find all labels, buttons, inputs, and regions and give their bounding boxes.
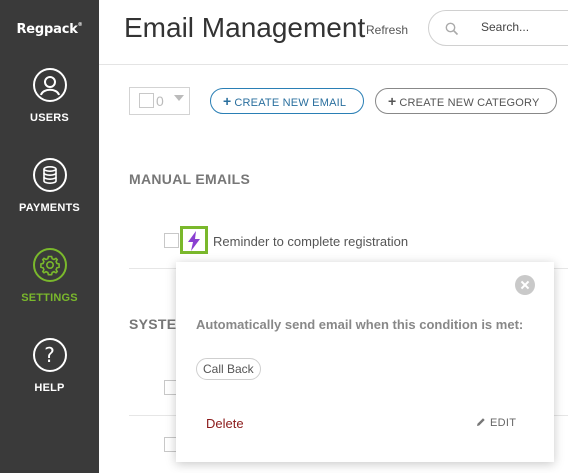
regpack-logo[interactable]: Regpack®: [0, 22, 99, 37]
coins-icon: [32, 158, 67, 192]
question-icon: ?: [32, 338, 67, 372]
condition-chip: Call Back: [196, 358, 261, 380]
refresh-link[interactable]: Refresh: [366, 23, 408, 37]
sidebar-item-label: PAYMENTS: [19, 202, 80, 214]
sidebar-item-help[interactable]: ? HELP: [0, 338, 99, 394]
row-checkbox[interactable]: [164, 233, 179, 248]
edit-label: EDIT: [490, 417, 517, 429]
create-new-category-button[interactable]: + CREATE NEW CATEGORY: [375, 88, 557, 114]
header-divider: [99, 64, 568, 65]
create-new-email-label: CREATE NEW EMAIL: [234, 97, 347, 109]
sidebar: Regpack® USERS PAYMENTS SETTINGS ? HELP: [0, 0, 99, 473]
delete-link[interactable]: Delete: [206, 416, 244, 431]
popover-heading: Automatically send email when this condi…: [196, 317, 524, 332]
email-name[interactable]: Reminder to complete registration: [213, 234, 408, 249]
page-title: Email Management: [124, 12, 366, 43]
sidebar-item-settings[interactable]: SETTINGS: [0, 248, 99, 304]
sidebar-item-label: USERS: [30, 112, 69, 124]
create-new-email-button[interactable]: + CREATE NEW EMAIL: [210, 88, 364, 114]
trigger-popover: Automatically send email when this condi…: [176, 262, 554, 462]
search-input[interactable]: [479, 19, 568, 35]
close-icon[interactable]: [515, 275, 535, 295]
bulk-select-dropdown[interactable]: 0: [129, 87, 190, 115]
sidebar-item-payments[interactable]: PAYMENTS: [0, 158, 99, 214]
select-all-checkbox[interactable]: [139, 93, 154, 108]
manual-emails-heading: MANUAL EMAILS: [129, 171, 251, 187]
user-icon: [32, 68, 67, 102]
question-glyph: ?: [44, 343, 55, 367]
plus-icon: +: [223, 93, 232, 109]
selected-count: 0: [156, 93, 164, 109]
plus-icon: +: [388, 93, 397, 109]
search-icon: [445, 22, 459, 36]
edit-button[interactable]: EDIT: [476, 417, 516, 429]
caret-down-icon: [174, 95, 184, 101]
sidebar-item-label: HELP: [34, 382, 65, 394]
system-emails-heading: SYSTE: [129, 316, 177, 332]
gear-icon: [32, 248, 67, 282]
sidebar-item-label: SETTINGS: [21, 292, 78, 304]
lightning-bolt-icon: [188, 231, 200, 251]
create-new-category-label: CREATE NEW CATEGORY: [399, 97, 540, 109]
trigger-bolt-button[interactable]: [180, 226, 208, 254]
pencil-icon: [477, 418, 485, 426]
sidebar-item-users[interactable]: USERS: [0, 68, 99, 124]
logo-text: Regpack: [16, 22, 78, 37]
search-box[interactable]: [428, 10, 568, 46]
